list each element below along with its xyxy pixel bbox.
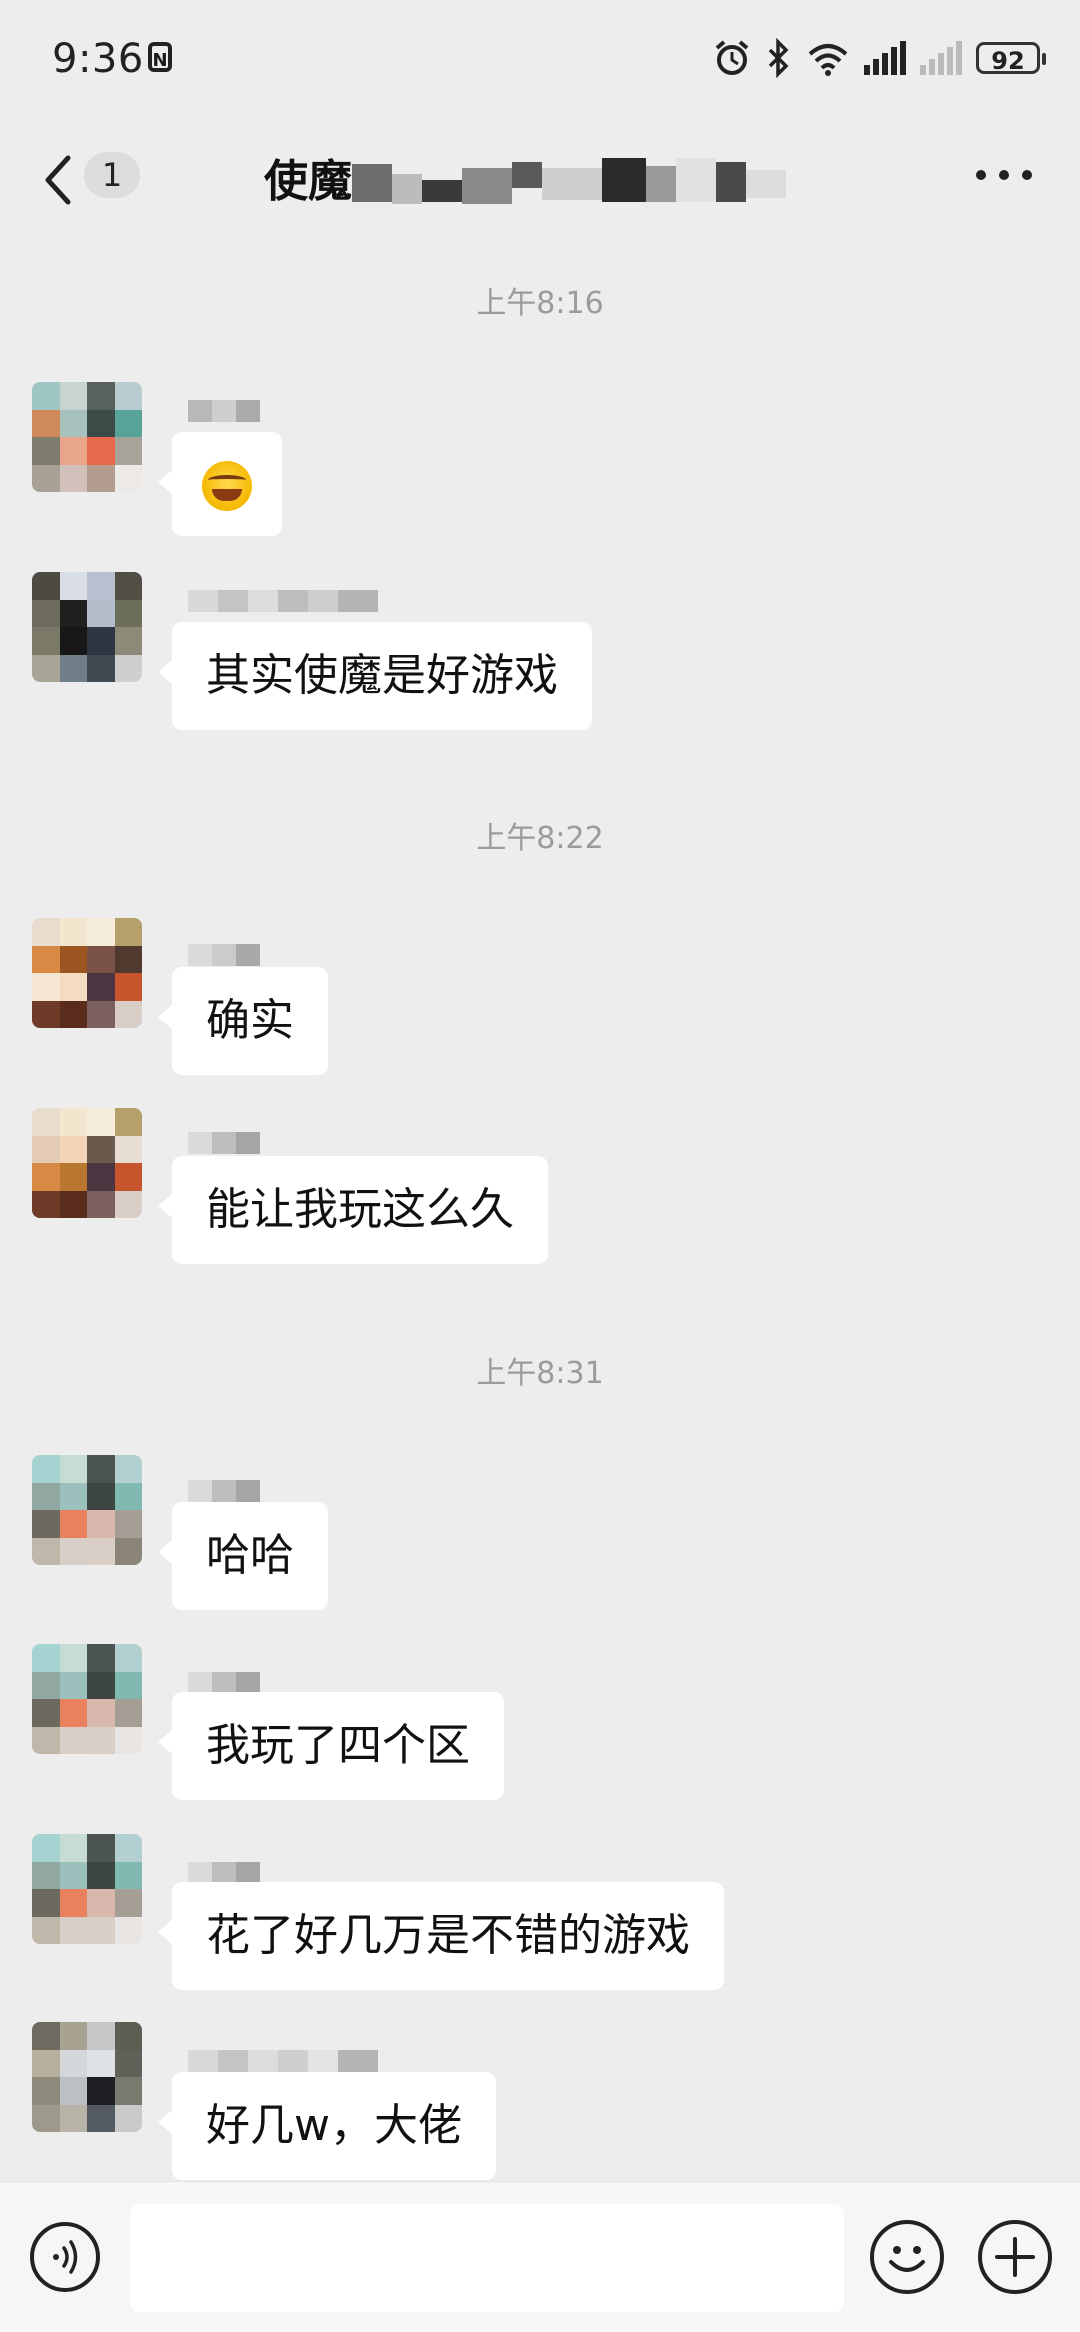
- status-time: 9:36: [52, 36, 144, 82]
- message-bubble[interactable]: 花了好几万是不错的游戏: [158, 1882, 724, 1990]
- timestamp: 上午8:16: [476, 286, 604, 321]
- timestamp: 上午8:31: [476, 1356, 604, 1391]
- status-icons: 92: [712, 38, 1046, 78]
- sender-name-redacted: [188, 590, 378, 612]
- avatar[interactable]: [32, 1108, 142, 1218]
- message-bubble[interactable]: [158, 432, 282, 536]
- timestamp: 上午8:22: [476, 821, 604, 856]
- message-bubble[interactable]: 我玩了四个区: [158, 1692, 504, 1800]
- message-text: 我玩了四个区: [206, 1720, 470, 1771]
- sender-name-redacted: [188, 2050, 378, 2072]
- avatar[interactable]: [32, 1455, 142, 1565]
- alarm-icon: [715, 40, 749, 75]
- message-bubble[interactable]: 其实使魔是好游戏: [158, 622, 592, 730]
- sender-name-redacted: [188, 1862, 260, 1884]
- chat-title[interactable]: 使魔: [264, 145, 352, 209]
- message-text: 花了好几万是不错的游戏: [206, 1910, 690, 1961]
- signal-icon: [864, 41, 906, 75]
- emoji-icon: [889, 2246, 925, 2272]
- message-text: 哈哈: [206, 1530, 294, 1581]
- unread-badge[interactable]: 1: [84, 152, 140, 198]
- more-icon-dot: [1022, 170, 1032, 180]
- message-text: 其实使魔是好游戏: [206, 650, 558, 701]
- plus-button[interactable]: [978, 2220, 1052, 2294]
- signal-weak-icon: [920, 41, 962, 75]
- message-text: 能让我玩这么久: [206, 1184, 514, 1235]
- voice-button[interactable]: [30, 2222, 100, 2292]
- more-button[interactable]: [976, 170, 1032, 182]
- message-input[interactable]: [130, 2204, 844, 2312]
- back-button[interactable]: [38, 150, 78, 210]
- voice-icon: [53, 2240, 78, 2274]
- avatar[interactable]: [32, 1834, 142, 1944]
- message-text: 确实: [206, 995, 294, 1046]
- rolling-on-floor-laughing-emoji: [202, 461, 252, 511]
- message-bubble[interactable]: 哈哈: [158, 1502, 328, 1610]
- avatar[interactable]: [32, 2022, 142, 2132]
- message-bubble[interactable]: 确实: [158, 967, 328, 1075]
- avatar[interactable]: [32, 1644, 142, 1754]
- chevron-left-icon: [45, 155, 71, 205]
- nfc-icon: N: [148, 42, 172, 72]
- sender-name-redacted: [188, 1132, 260, 1154]
- message-bubble[interactable]: 好几w，大佬: [158, 2072, 496, 2180]
- sender-name-redacted: [188, 944, 260, 966]
- avatar[interactable]: [32, 382, 142, 492]
- sender-name-redacted: [188, 1672, 260, 1694]
- sender-name-redacted: [188, 400, 260, 422]
- emoji-button[interactable]: [870, 2220, 944, 2294]
- status-bar: 9:36 N 92: [0, 0, 1080, 120]
- sender-name-redacted: [188, 1480, 260, 1502]
- title-redacted: [352, 158, 812, 208]
- wifi-icon: [808, 44, 848, 76]
- message-text: 好几w，大佬: [206, 2100, 462, 2151]
- input-bar: [0, 2181, 1080, 2332]
- more-icon-dot: [999, 170, 1009, 180]
- plus-icon: [995, 2237, 1035, 2277]
- message-bubble[interactable]: 能让我玩这么久: [158, 1156, 548, 1264]
- avatar[interactable]: [32, 572, 142, 682]
- bluetooth-icon: [768, 38, 789, 78]
- avatar[interactable]: [32, 918, 142, 1028]
- battery-icon: 92: [976, 42, 1046, 75]
- more-icon-dot: [976, 170, 986, 180]
